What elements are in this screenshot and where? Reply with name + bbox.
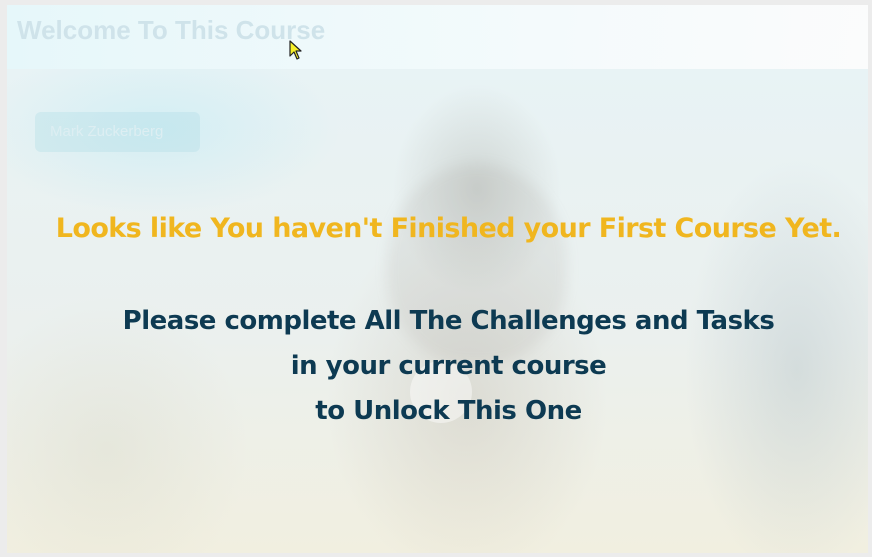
lock-instruction-line: to Unlock This One: [315, 396, 582, 426]
lock-instruction-line: Please complete All The Challenges and T…: [122, 306, 775, 336]
instructor-name: Mark Zuckerberg: [50, 123, 164, 140]
course-card: Welcome To This Course Mark Zuckerberg L…: [7, 5, 868, 553]
course-title: Welcome To This Course: [17, 15, 326, 45]
mouse-pointer-icon: [289, 40, 302, 60]
course-header: Welcome To This Course: [7, 5, 868, 69]
lock-instruction-line: in your current course: [290, 351, 607, 381]
lock-warning-heading: Looks like You haven't Finished your Fir…: [55, 213, 842, 244]
screen: Welcome To This Course Mark Zuckerberg L…: [0, 0, 872, 557]
instructor-badge: Mark Zuckerberg: [35, 112, 200, 152]
